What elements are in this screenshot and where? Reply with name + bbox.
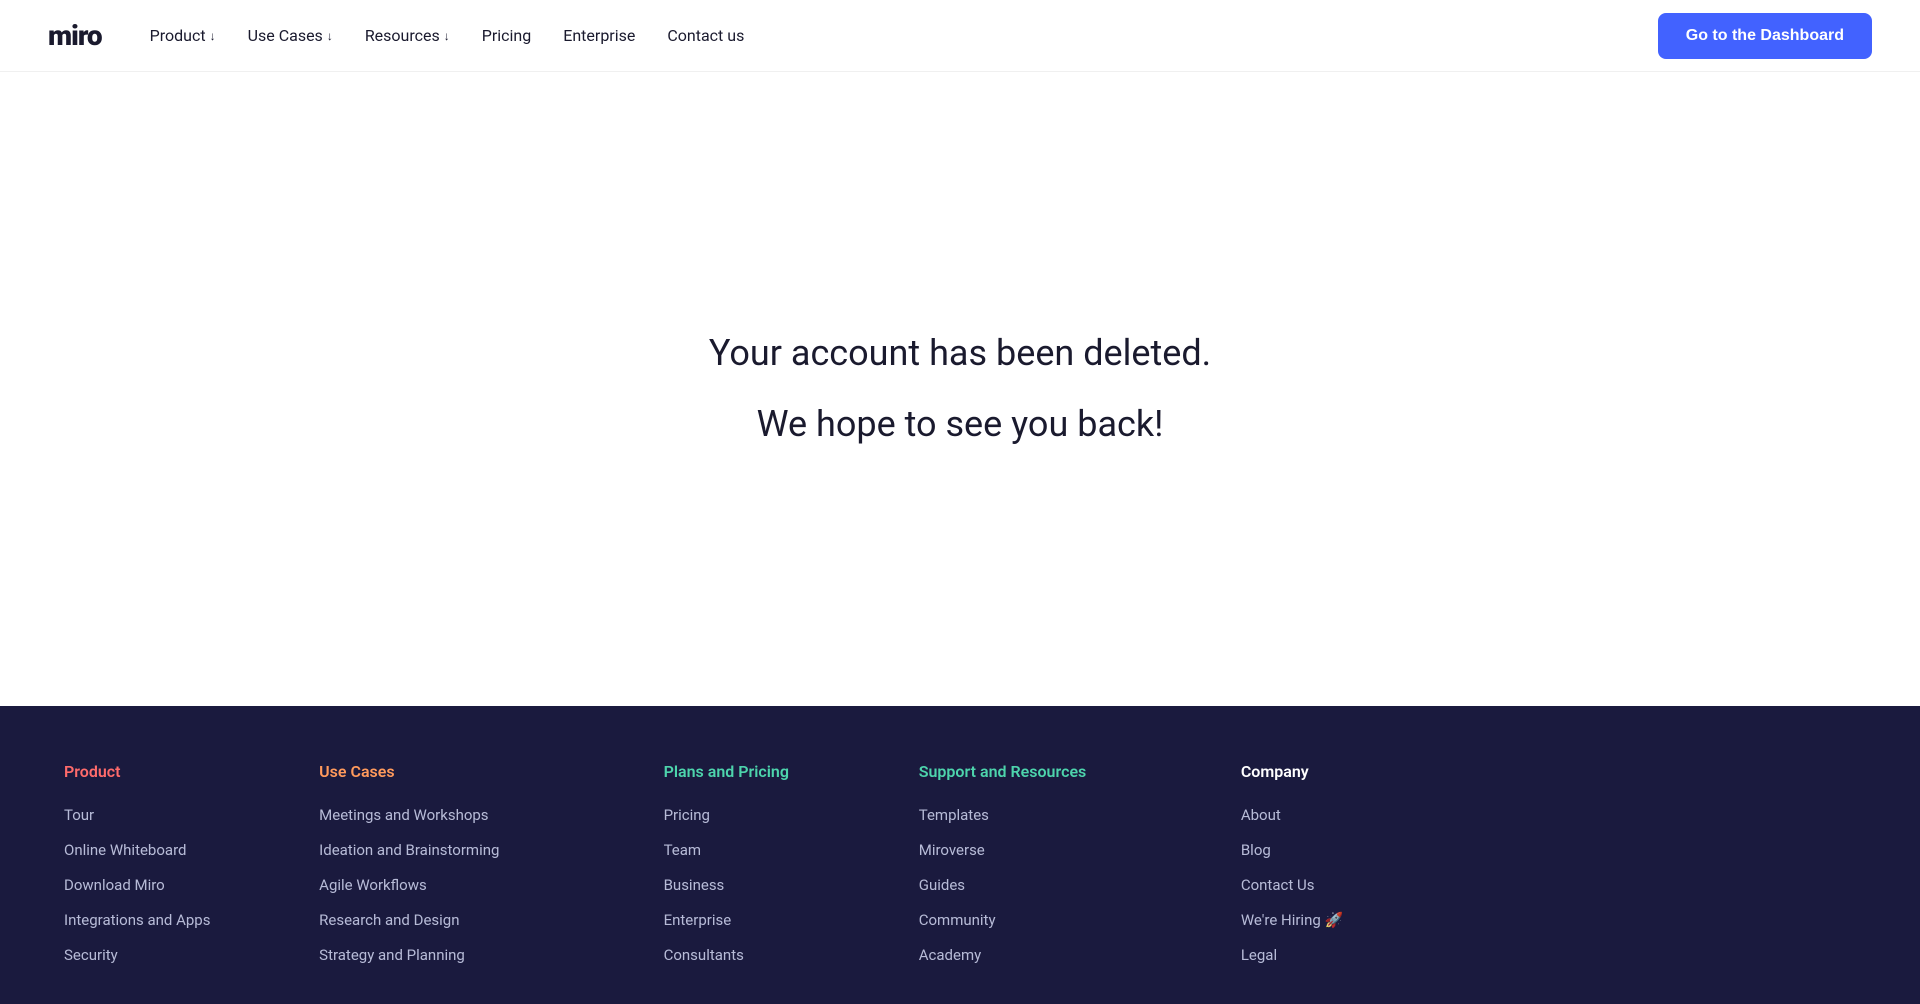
footer-col-support: Support and Resources Templates Miroverse G… — [919, 762, 1209, 964]
footer-grid: Product Tour Online Whiteboard Download Mir… — [64, 762, 1464, 964]
nav-item-use-cases[interactable]: Use Cases↓ — [236, 18, 345, 53]
footer-col-plans: Plans and Pricing Pricing Team Business Ente… — [664, 762, 887, 964]
footer-link-strategy-and-planning[interactable]: Strategy and Planning — [319, 946, 465, 964]
list-item: Online Whiteboard — [64, 840, 287, 859]
list-item: Meetings and Workshops — [319, 805, 631, 824]
resources-arrow-icon: ↓ — [444, 29, 450, 43]
footer-link-security[interactable]: Security — [64, 946, 118, 964]
list-item: Strategy and Planning — [319, 945, 631, 964]
nav-item-enterprise[interactable]: Enterprise — [551, 18, 647, 53]
list-item: Tour — [64, 805, 287, 824]
logo[interactable]: miro — [48, 19, 102, 52]
footer-col-title-company: Company — [1241, 762, 1464, 781]
nav-item-product[interactable]: Product↓ — [138, 18, 228, 53]
footer-link-academy[interactable]: Academy — [919, 946, 981, 964]
footer-link-meetings-and-workshops[interactable]: Meetings and Workshops — [319, 806, 488, 824]
product-arrow-icon: ↓ — [210, 29, 216, 43]
list-item: Community — [919, 910, 1209, 929]
footer-link-templates[interactable]: Templates — [919, 806, 989, 824]
footer-col-product: Product Tour Online Whiteboard Download Mir… — [64, 762, 287, 964]
footer-col-title-use-cases: Use Cases — [319, 762, 631, 781]
footer-link-tour[interactable]: Tour — [64, 806, 94, 824]
list-item: Templates — [919, 805, 1209, 824]
list-item: Security — [64, 945, 287, 964]
footer-col-title-support: Support and Resources — [919, 762, 1209, 781]
nav-item-pricing[interactable]: Pricing — [470, 18, 544, 53]
footer-link-download-miro[interactable]: Download Miro — [64, 876, 165, 894]
list-item: Research and Design — [319, 910, 631, 929]
list-item: Business — [664, 875, 887, 894]
dashboard-button[interactable]: Go to the Dashboard — [1658, 13, 1872, 59]
list-item: Ideation and Brainstorming — [319, 840, 631, 859]
list-item: Contact Us — [1241, 875, 1464, 894]
main-nav: Product↓Use Cases↓Resources↓PricingEnter… — [138, 18, 757, 53]
footer-col-title-product: Product — [64, 762, 287, 781]
header: miro Product↓Use Cases↓Resources↓Pricing… — [0, 0, 1920, 72]
list-item: Blog — [1241, 840, 1464, 859]
footer-link-business[interactable]: Business — [664, 876, 725, 894]
nav-item-resources[interactable]: Resources↓ — [353, 18, 462, 53]
list-item: Download Miro — [64, 875, 287, 894]
message-line2: We hope to see you back! — [709, 401, 1211, 448]
footer-link-ideation-and-brainstorming[interactable]: Ideation and Brainstorming — [319, 841, 499, 859]
footer-col-use-cases: Use Cases Meetings and Workshops Ideation … — [319, 762, 631, 964]
footer: Product Tour Online Whiteboard Download Mir… — [0, 706, 1920, 1004]
list-item: Team — [664, 840, 887, 859]
list-item: Guides — [919, 875, 1209, 894]
footer-link-contact-us[interactable]: Contact Us — [1241, 876, 1315, 894]
footer-col-title-plans: Plans and Pricing — [664, 762, 887, 781]
message-container: Your account has been deleted. We hope t… — [709, 330, 1211, 448]
footer-link-online-whiteboard[interactable]: Online Whiteboard — [64, 841, 186, 859]
message-line1: Your account has been deleted. — [709, 330, 1211, 377]
main-content: Your account has been deleted. We hope t… — [0, 72, 1920, 706]
footer-link-research-and-design[interactable]: Research and Design — [319, 911, 459, 929]
footer-link-about[interactable]: About — [1241, 806, 1281, 824]
footer-link-consultants[interactable]: Consultants — [664, 946, 744, 964]
footer-link-team[interactable]: Team — [664, 841, 702, 859]
list-item: Enterprise — [664, 910, 887, 929]
footer-link-pricing[interactable]: Pricing — [664, 806, 710, 824]
footer-col-company: Company About Blog Contact Us We're Hiring 🚀… — [1241, 762, 1464, 964]
footer-link-miroverse[interactable]: Miroverse — [919, 841, 985, 859]
footer-link-were-hiring-[interactable]: We're Hiring 🚀 — [1241, 911, 1343, 929]
list-item: We're Hiring 🚀 — [1241, 910, 1464, 929]
footer-link-legal[interactable]: Legal — [1241, 946, 1277, 964]
list-item: About — [1241, 805, 1464, 824]
footer-link-enterprise[interactable]: Enterprise — [664, 911, 732, 929]
footer-link-agile-workflows[interactable]: Agile Workflows — [319, 876, 427, 894]
footer-link-guides[interactable]: Guides — [919, 876, 965, 894]
list-item: Consultants — [664, 945, 887, 964]
use-cases-arrow-icon: ↓ — [327, 29, 333, 43]
footer-link-blog[interactable]: Blog — [1241, 841, 1271, 859]
footer-link-integrations-and-apps[interactable]: Integrations and Apps — [64, 911, 210, 929]
list-item: Agile Workflows — [319, 875, 631, 894]
list-item: Miroverse — [919, 840, 1209, 859]
list-item: Integrations and Apps — [64, 910, 287, 929]
nav-item-contact[interactable]: Contact us — [655, 18, 756, 53]
list-item: Legal — [1241, 945, 1464, 964]
header-left: miro Product↓Use Cases↓Resources↓Pricing… — [48, 18, 756, 53]
list-item: Academy — [919, 945, 1209, 964]
footer-link-community[interactable]: Community — [919, 911, 996, 929]
list-item: Pricing — [664, 805, 887, 824]
